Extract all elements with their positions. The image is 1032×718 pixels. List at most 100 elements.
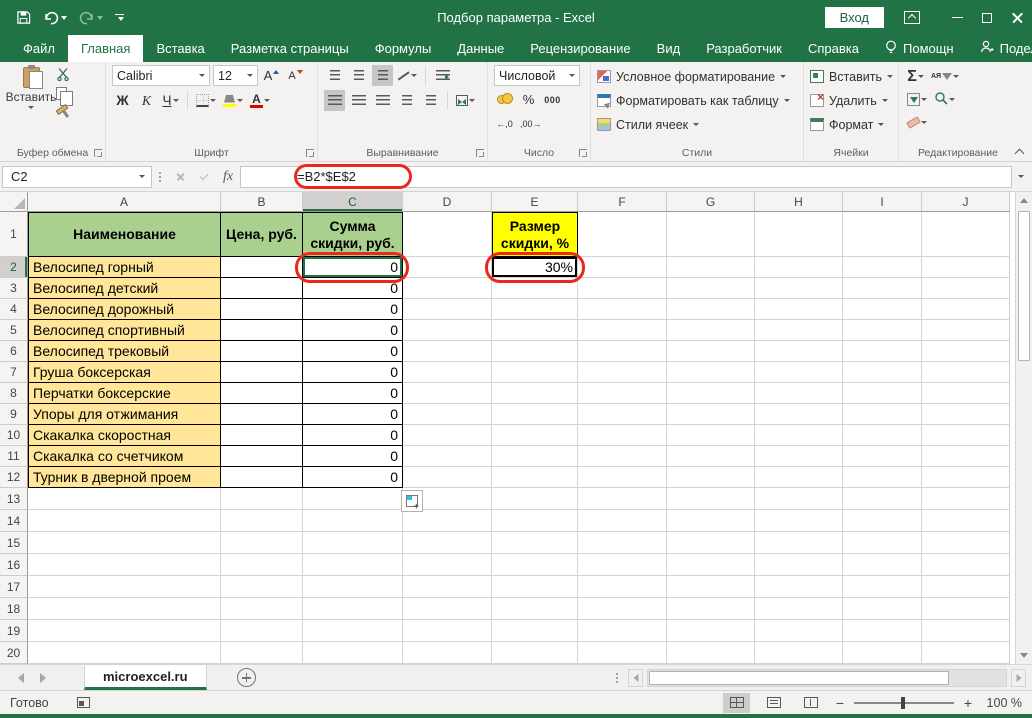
cell-A10[interactable]: Скакалка скоростная bbox=[28, 425, 221, 446]
cell-E19[interactable] bbox=[492, 620, 578, 642]
cell-B3[interactable] bbox=[221, 278, 303, 299]
cell-C2[interactable]: 0 bbox=[303, 257, 403, 278]
accounting-format-button[interactable] bbox=[494, 89, 515, 110]
cell-D15[interactable] bbox=[403, 532, 492, 554]
vertical-scrollbar[interactable] bbox=[1015, 192, 1032, 664]
increase-indent-button[interactable] bbox=[420, 90, 441, 111]
cell-A20[interactable] bbox=[28, 642, 221, 664]
cell-D4[interactable] bbox=[403, 299, 492, 320]
align-center-button[interactable] bbox=[348, 90, 369, 111]
cell-J2[interactable] bbox=[922, 257, 1010, 278]
cell-D8[interactable] bbox=[403, 383, 492, 404]
column-header-C[interactable]: C bbox=[303, 192, 403, 212]
cell-H15[interactable] bbox=[755, 532, 843, 554]
cell-F5[interactable] bbox=[578, 320, 667, 341]
cell-G12[interactable] bbox=[667, 467, 755, 488]
cell-F12[interactable] bbox=[578, 467, 667, 488]
cell-F2[interactable] bbox=[578, 257, 667, 278]
cell-D5[interactable] bbox=[403, 320, 492, 341]
cell-G18[interactable] bbox=[667, 598, 755, 620]
column-header-J[interactable]: J bbox=[922, 192, 1010, 212]
cell-C17[interactable] bbox=[303, 576, 403, 598]
row-header-10[interactable]: 10 bbox=[0, 425, 28, 446]
maximize-button[interactable] bbox=[972, 0, 1002, 35]
column-header-H[interactable]: H bbox=[755, 192, 843, 212]
row-header-13[interactable]: 13 bbox=[0, 488, 28, 510]
cell-G17[interactable] bbox=[667, 576, 755, 598]
cell-H2[interactable] bbox=[755, 257, 843, 278]
cell-D14[interactable] bbox=[403, 510, 492, 532]
cell-E13[interactable] bbox=[492, 488, 578, 510]
cell-E8[interactable] bbox=[492, 383, 578, 404]
row-header-16[interactable]: 16 bbox=[0, 554, 28, 576]
tab-help[interactable]: Справка bbox=[795, 35, 872, 62]
cell-G20[interactable] bbox=[667, 642, 755, 664]
cell-J7[interactable] bbox=[922, 362, 1010, 383]
cell-C12[interactable]: 0 bbox=[303, 467, 403, 488]
cell-J1[interactable] bbox=[922, 212, 1010, 257]
italic-button[interactable]: К bbox=[136, 90, 157, 111]
cell-E1[interactable]: Размер скидки, % bbox=[492, 212, 578, 257]
increase-font-button[interactable]: А bbox=[261, 65, 282, 86]
comma-style-button[interactable]: 000 bbox=[542, 89, 563, 110]
cell-J3[interactable] bbox=[922, 278, 1010, 299]
row-header-5[interactable]: 5 bbox=[0, 320, 28, 341]
tab-insert[interactable]: Вставка bbox=[143, 35, 217, 62]
customize-qat-button[interactable] bbox=[115, 14, 124, 22]
cell-B10[interactable] bbox=[221, 425, 303, 446]
cell-D20[interactable] bbox=[403, 642, 492, 664]
cell-D10[interactable] bbox=[403, 425, 492, 446]
row-header-11[interactable]: 11 bbox=[0, 446, 28, 467]
cell-J13[interactable] bbox=[922, 488, 1010, 510]
cell-G13[interactable] bbox=[667, 488, 755, 510]
font-size-combo[interactable]: 12 bbox=[213, 65, 258, 86]
cell-F14[interactable] bbox=[578, 510, 667, 532]
cell-I1[interactable] bbox=[843, 212, 922, 257]
undo-button[interactable] bbox=[43, 11, 67, 25]
cell-B8[interactable] bbox=[221, 383, 303, 404]
cell-A9[interactable]: Упоры для отжимания bbox=[28, 404, 221, 425]
cell-B9[interactable] bbox=[221, 404, 303, 425]
cut-button[interactable] bbox=[56, 67, 70, 84]
cell-G5[interactable] bbox=[667, 320, 755, 341]
cell-D18[interactable] bbox=[403, 598, 492, 620]
cell-H5[interactable] bbox=[755, 320, 843, 341]
cell-A4[interactable]: Велосипед дорожный bbox=[28, 299, 221, 320]
cell-G7[interactable] bbox=[667, 362, 755, 383]
cell-H19[interactable] bbox=[755, 620, 843, 642]
row-header-12[interactable]: 12 bbox=[0, 467, 28, 488]
tab-share[interactable]: Поделиться bbox=[967, 35, 1032, 62]
cell-I7[interactable] bbox=[843, 362, 922, 383]
cell-J12[interactable] bbox=[922, 467, 1010, 488]
cell-C3[interactable]: 0 bbox=[303, 278, 403, 299]
cell-B17[interactable] bbox=[221, 576, 303, 598]
cell-B4[interactable] bbox=[221, 299, 303, 320]
cell-F13[interactable] bbox=[578, 488, 667, 510]
formula-bar-drag-handle[interactable] bbox=[159, 172, 161, 182]
cell-G15[interactable] bbox=[667, 532, 755, 554]
font-dialog-launcher[interactable] bbox=[306, 149, 314, 157]
borders-button[interactable] bbox=[194, 90, 218, 111]
horizontal-scroll-track[interactable] bbox=[647, 669, 1007, 687]
row-header-8[interactable]: 8 bbox=[0, 383, 28, 404]
fill-color-button[interactable] bbox=[221, 90, 245, 111]
cell-J6[interactable] bbox=[922, 341, 1010, 362]
row-header-20[interactable]: 20 bbox=[0, 642, 28, 664]
save-icon[interactable] bbox=[16, 10, 31, 25]
cell-C5[interactable]: 0 bbox=[303, 320, 403, 341]
cell-styles-button[interactable]: Стили ячеек bbox=[597, 114, 793, 135]
cell-D6[interactable] bbox=[403, 341, 492, 362]
cell-H7[interactable] bbox=[755, 362, 843, 383]
cell-J9[interactable] bbox=[922, 404, 1010, 425]
find-select-button[interactable] bbox=[932, 89, 957, 110]
row-header-19[interactable]: 19 bbox=[0, 620, 28, 642]
cell-D12[interactable] bbox=[403, 467, 492, 488]
tab-file[interactable]: Файл bbox=[10, 35, 68, 62]
cell-B20[interactable] bbox=[221, 642, 303, 664]
cell-E15[interactable] bbox=[492, 532, 578, 554]
cell-C11[interactable]: 0 bbox=[303, 446, 403, 467]
tab-view[interactable]: Вид bbox=[644, 35, 694, 62]
align-right-button[interactable] bbox=[372, 90, 393, 111]
column-header-B[interactable]: B bbox=[221, 192, 303, 212]
cell-H12[interactable] bbox=[755, 467, 843, 488]
